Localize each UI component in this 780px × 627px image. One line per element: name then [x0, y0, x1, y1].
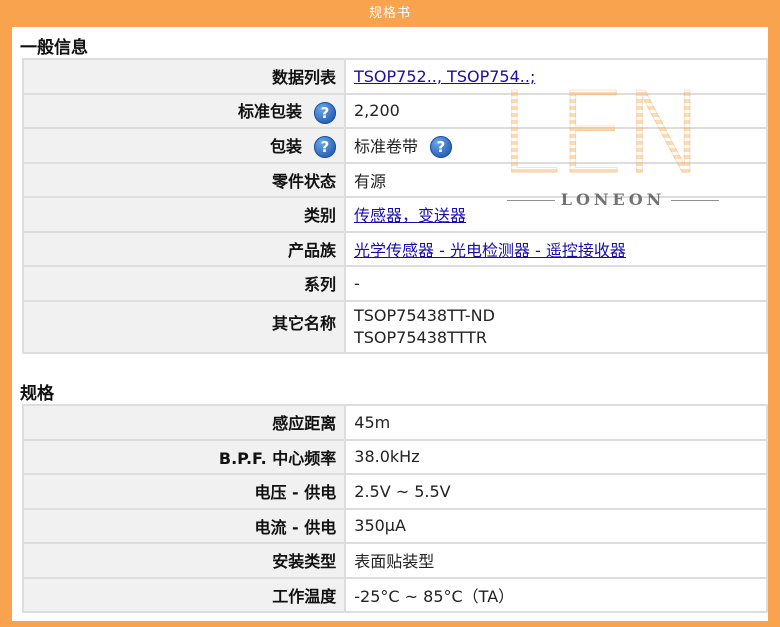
product-family-link[interactable]: 光学传感器 - 光电检测器 - 遥控接收器: [354, 241, 626, 260]
question-help-icon[interactable]: ?: [430, 136, 453, 158]
row-label: 标准包装?: [22, 92, 346, 129]
general-info-title: 一般信息: [20, 38, 88, 58]
table-row: 数据列表 TSOP752.., TSOP754..;: [22, 58, 768, 95]
row-label: 零件状态: [22, 161, 346, 198]
category-link[interactable]: 传感器，变送器: [354, 206, 466, 225]
table-row: 零件状态 有源: [22, 161, 768, 198]
row-label: 工作温度: [21, 576, 347, 613]
row-value: -: [344, 265, 768, 302]
row-value: 2,200: [344, 92, 768, 129]
table-row: 产品族 光学传感器 - 光电检测器 - 遥控接收器: [22, 230, 768, 267]
row-label: 感应距离: [21, 404, 347, 441]
row-value: 45m: [344, 404, 768, 441]
row-value: -25°C ~ 85°C（TA）: [344, 576, 768, 613]
row-label: 电流 - 供电: [21, 507, 347, 544]
table-row: 标准包装? 2,200: [22, 92, 768, 129]
row-label: 数据列表: [22, 58, 346, 95]
row-label: 系列: [22, 265, 346, 302]
question-help-icon[interactable]: ?: [314, 101, 336, 124]
question-help-icon[interactable]: ?: [314, 136, 336, 158]
specs-table: 感应距离 45m B.P.F. 中心频率 38.0kHz 电压 - 供电 2.5…: [21, 404, 768, 613]
row-value: TSOP75438TT-ND TSOP75438TTTR: [344, 299, 768, 354]
page-header-title: 规格书: [368, 6, 411, 21]
table-row: 其它名称 TSOP75438TT-ND TSOP75438TTTR: [22, 299, 768, 354]
row-label: 其它名称: [22, 299, 346, 354]
datasheet-link[interactable]: TSOP752.., TSOP754..;: [354, 67, 535, 86]
row-label: 类别: [22, 196, 346, 233]
table-row: 电流 - 供电 350µA: [21, 507, 768, 544]
row-value: 350µA: [344, 507, 768, 544]
table-row: 类别 传感器，变送器: [22, 196, 768, 233]
page-header: 规格书: [0, 0, 780, 27]
table-row: B.P.F. 中心频率 38.0kHz: [21, 438, 768, 475]
table-row: 工作温度 -25°C ~ 85°C（TA）: [21, 576, 768, 613]
table-row: 电压 - 供电 2.5V ~ 5.5V: [21, 473, 768, 510]
table-row: 感应距离 45m: [21, 404, 768, 441]
row-label: 电压 - 供电: [21, 473, 347, 510]
table-row: 安装类型 表面贴装型: [21, 542, 768, 579]
row-value: 有源: [344, 161, 768, 198]
specs-title: 规格: [20, 384, 54, 404]
other-name-2: TSOP75438TTTR: [354, 327, 487, 347]
row-label: B.P.F. 中心频率: [21, 438, 347, 475]
row-value: 38.0kHz: [344, 438, 768, 475]
table-row: 包装? 标准卷带?: [22, 127, 768, 164]
row-label: 产品族: [22, 230, 346, 267]
row-label: 安装类型: [21, 542, 347, 579]
row-value: 光学传感器 - 光电检测器 - 遥控接收器: [344, 230, 768, 267]
row-value: 传感器，变送器: [344, 196, 768, 233]
other-name-1: TSOP75438TT-ND: [354, 305, 495, 325]
table-row: 系列 -: [22, 265, 768, 302]
row-value: TSOP752.., TSOP754..;: [344, 58, 768, 95]
general-info-table: 数据列表 TSOP752.., TSOP754..; 标准包装? 2,200 包…: [22, 58, 768, 354]
spec-panel: 一般信息 数据列表 TSOP752.., TSOP754..; 标准包装? 2,…: [12, 27, 768, 621]
row-label: 包装?: [22, 127, 346, 164]
row-value: 表面贴装型: [344, 542, 768, 579]
row-value: 2.5V ~ 5.5V: [344, 473, 768, 510]
row-value: 标准卷带?: [344, 127, 768, 164]
